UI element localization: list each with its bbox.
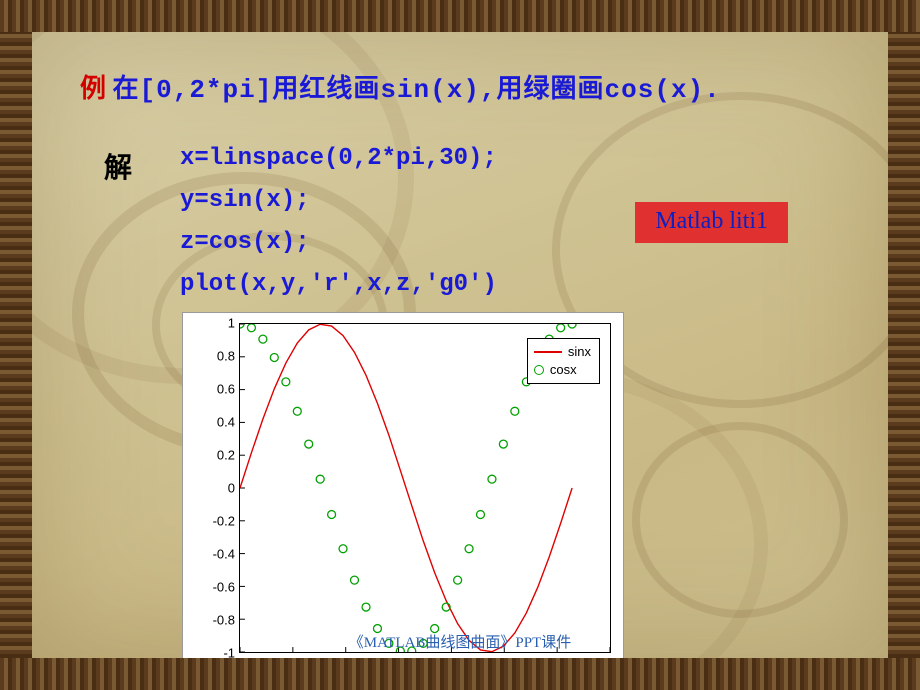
plot-area: sinx cosx (239, 323, 611, 653)
ytick-label: -0.4 (195, 547, 235, 562)
code-line-2: y=sin(x); (180, 187, 310, 214)
legend-item-2: cosx (550, 361, 577, 379)
example-label: 例 (80, 74, 106, 103)
legend: sinx cosx (527, 338, 600, 384)
problem-line: 例 在[0,2*pi]用红线画sin(x),用绿圈画cos(x). (80, 68, 840, 105)
ytick-label: -0.8 (195, 613, 235, 628)
ytick-label: 1 (195, 316, 235, 331)
slide-background: 例 在[0,2*pi]用红线画sin(x),用绿圈画cos(x). 解 x=li… (32, 32, 888, 658)
legend-line-icon (534, 351, 562, 353)
ytick-label: -0.2 (195, 514, 235, 529)
ytick-label: 0 (195, 481, 235, 496)
code-line-4: plot(x,y,'r',x,z,'g0') (180, 271, 497, 298)
code-line-1: x=linspace(0,2*pi,30); (180, 145, 497, 172)
ytick-label: -0.6 (195, 580, 235, 595)
legend-item-1: sinx (568, 343, 591, 361)
ytick-label: 0.6 (195, 382, 235, 397)
solve-label: 解 (104, 146, 132, 186)
chart-figure: sinx cosx -1 -0.8 -0.6 -0.4 -0.2 0 0.2 0.4 0.6 0.… (182, 312, 624, 658)
code-block: x=linspace(0,2*pi,30); y=sin(x); z=cos(x… (180, 138, 497, 306)
ytick-label: 0.8 (195, 349, 235, 364)
legend-circle-icon (534, 365, 544, 375)
ytick-label: 0.2 (195, 448, 235, 463)
matlab-link-box[interactable]: Matlab liti1 (635, 202, 788, 243)
code-line-3: z=cos(x); (180, 229, 310, 256)
ytick-label: 0.4 (195, 415, 235, 430)
problem-text: 在[0,2*pi]用红线画sin(x),用绿圈画cos(x). (113, 75, 721, 105)
ytick-label: -1 (195, 646, 235, 659)
